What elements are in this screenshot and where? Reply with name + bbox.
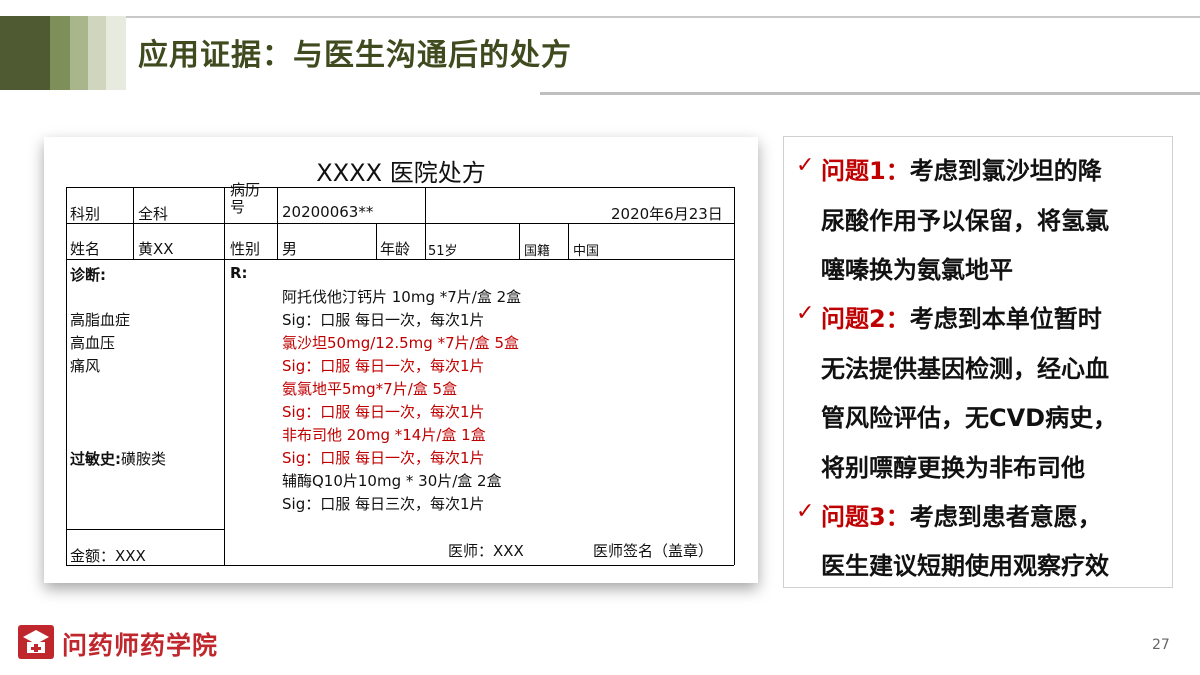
note-1-line-3: 噻嗪换为氨氯地平 xyxy=(821,256,1013,284)
note-3-line-2: 医生建议短期使用观察疗效 xyxy=(821,552,1109,580)
rx-line: 阿托伐他汀钙片 10mg *7片/盒 2盒 xyxy=(282,288,522,306)
check-icon: ✓ xyxy=(796,499,815,524)
header-stripe-3 xyxy=(70,16,88,90)
dept-value: 全科 xyxy=(138,205,169,223)
table-line xyxy=(425,223,426,259)
nation-label: 国籍 xyxy=(524,244,551,259)
header-underline xyxy=(540,92,1200,95)
record-label: 病历号 xyxy=(230,181,261,216)
diagnosis-item: 痛风 xyxy=(70,357,101,375)
table-line xyxy=(66,529,224,530)
note-2-line-2: 无法提供基因检测，经心血 xyxy=(821,355,1109,383)
table-line xyxy=(133,187,134,259)
record-value: 20200063** xyxy=(282,203,374,221)
table-line xyxy=(66,187,734,188)
rx-line: 氯沙坦50mg/12.5mg *7片/盒 5盒 xyxy=(282,334,519,352)
table-line xyxy=(734,187,735,565)
age-label: 年龄 xyxy=(380,240,411,258)
dept-label: 科别 xyxy=(70,205,101,223)
table-line xyxy=(376,223,377,259)
slide-title: 应用证据：与医生沟通后的处方 xyxy=(138,38,572,73)
header-stripe-5 xyxy=(106,16,126,90)
table-line xyxy=(277,187,278,259)
diagnosis-item: 高脂血症 xyxy=(70,311,131,329)
table-line xyxy=(224,187,225,565)
doctor-signature: 医师签名（盖章） xyxy=(593,542,714,560)
amount: 金额：XXX xyxy=(70,547,146,565)
header-stripe-4 xyxy=(88,16,106,90)
rx-line: Sig：口服 每日一次，每次1片 xyxy=(282,449,485,467)
check-icon: ✓ xyxy=(796,301,815,326)
rx-label: R: xyxy=(230,264,248,282)
note-1-line-1: 问题1：考虑到氯沙坦的降 xyxy=(821,157,1102,185)
allergy: 过敏史:磺胺类 xyxy=(70,450,167,468)
table-line xyxy=(66,565,734,566)
prescription-card: XXXX 医院处方 科别 全科 病历号 20200063** 2020年6月23… xyxy=(44,137,758,583)
doctor: 医师：XXX xyxy=(448,542,524,560)
page-number: 27 xyxy=(1152,637,1170,653)
date: 2020年6月23日 xyxy=(611,205,723,223)
nation-value: 中国 xyxy=(573,244,600,259)
rx-line: Sig：口服 每日一次，每次1片 xyxy=(282,357,485,375)
age-value: 51岁 xyxy=(428,244,458,259)
rx-line: Sig：口服 每日三次，每次1片 xyxy=(282,495,485,513)
note-1-line-2: 尿酸作用予以保留，将氢氯 xyxy=(821,207,1109,235)
check-icon: ✓ xyxy=(796,153,815,178)
table-line xyxy=(519,223,520,259)
rx-line: 辅酶Q10片10mg * 30片/盒 2盒 xyxy=(282,472,502,490)
note-2-line-3: 管风险评估，无CVD病史， xyxy=(821,404,1118,432)
diagnosis-label: 诊断: xyxy=(70,266,106,284)
diagnosis-item: 高血压 xyxy=(70,334,116,352)
prescription-title: XXXX 医院处方 xyxy=(316,159,486,187)
rx-line: 氨氯地平5mg*7片/盒 5盒 xyxy=(282,380,458,398)
header-stripe-1 xyxy=(0,16,50,90)
name-label: 姓名 xyxy=(70,240,101,258)
sex-label: 性别 xyxy=(230,240,261,258)
table-line xyxy=(425,187,426,223)
sex-value: 男 xyxy=(282,240,298,258)
table-line xyxy=(568,223,569,259)
name-value: 黄XX xyxy=(138,240,174,258)
rx-line: 非布司他 20mg *14片/盒 1盒 xyxy=(282,426,486,444)
table-line xyxy=(66,187,67,565)
rx-line: Sig：口服 每日一次，每次1片 xyxy=(282,403,485,421)
note-2-line-1: 问题2：考虑到本单位暂时 xyxy=(821,305,1102,333)
academy-logo-icon xyxy=(18,625,54,659)
rx-line: Sig：口服 每日一次，每次1片 xyxy=(282,311,485,329)
academy-name: 问药师药学院 xyxy=(62,631,219,660)
note-2-line-4: 将别嘌醇更换为非布司他 xyxy=(821,454,1085,482)
header-stripe-2 xyxy=(50,16,70,90)
note-3-line-1: 问题3：考虑到患者意愿， xyxy=(821,503,1102,531)
table-line xyxy=(66,259,734,260)
